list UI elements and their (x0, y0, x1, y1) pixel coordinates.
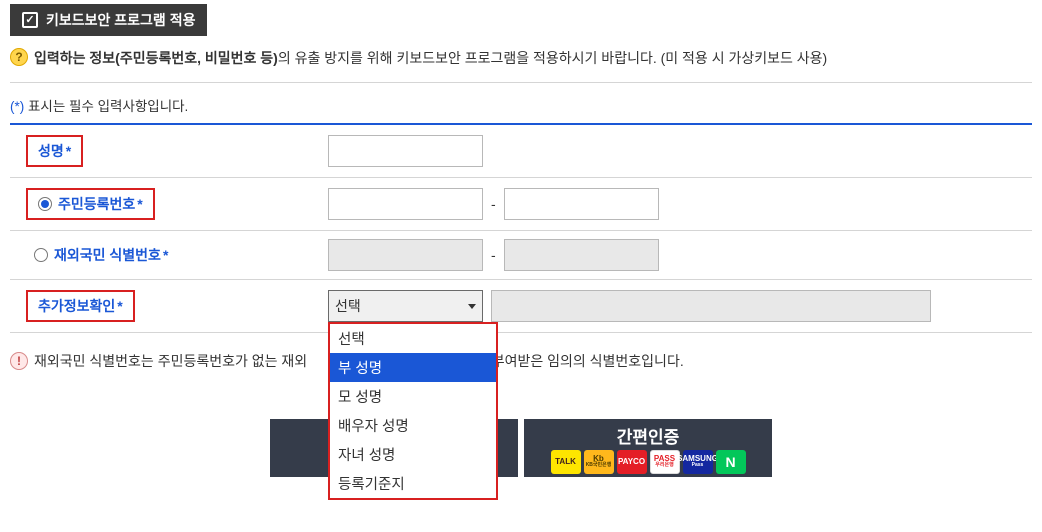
radio-rrn[interactable] (38, 197, 52, 211)
name-input[interactable] (328, 135, 483, 167)
select-dropdown: 선택 부 성명 모 성명 배우자 성명 자녀 성명 등록기준지 (328, 322, 498, 500)
required-mark: (*) (10, 99, 24, 114)
provider-samsung: SAMSUNGPass (683, 450, 713, 474)
option-2[interactable]: 모 성명 (330, 382, 496, 411)
provider-kb: KbKB국민은행 (584, 450, 614, 474)
chevron-down-icon (468, 304, 476, 309)
provider-kakao: TALK (551, 450, 581, 474)
star-icon: * (163, 247, 168, 263)
overseas-input-1 (328, 239, 483, 271)
button-row: 공동인 간편인증 TALK KbKB국민은행 PAYCO PASS우리은행 SA… (10, 419, 1032, 477)
footer-note: ! 재외국민 식별번호는 주민등록번호가 없는 재외 때 부여받은 임의의 식별… (10, 351, 1032, 371)
info-rest: 의 유출 방지를 위해 키보드보안 프로그램을 적용하시기 바랍니다. (미 적… (278, 50, 827, 66)
exclamation-icon: ! (10, 352, 28, 370)
form-table: 성명 * 주민등록번호 * - 재외국민 식별번호 * (10, 123, 1032, 333)
question-icon: ? (10, 48, 28, 66)
separator: - (491, 196, 496, 212)
security-banner-text: 키보드보안 프로그램 적용 (46, 10, 195, 30)
option-0[interactable]: 선택 (330, 324, 496, 353)
star-icon: * (66, 143, 71, 159)
radio-overseas[interactable] (34, 248, 48, 262)
label-rrn[interactable]: 주민등록번호 * (26, 188, 155, 220)
provider-row: TALK KbKB국민은행 PAYCO PASS우리은행 SAMSUNGPass… (551, 450, 746, 474)
check-icon: ✓ (22, 12, 38, 28)
provider-payco: PAYCO (617, 450, 647, 474)
star-icon: * (117, 298, 122, 314)
select-value: 선택 (335, 296, 361, 316)
label-name: 성명 * (26, 135, 83, 167)
label-extra: 추가정보확인 * (26, 290, 135, 322)
required-note: (*) 표시는 필수 입력사항입니다. (10, 95, 1032, 123)
option-3[interactable]: 배우자 성명 (330, 411, 496, 440)
row-overseas: 재외국민 식별번호 * - (10, 231, 1032, 280)
row-extra: 추가정보확인 * 선택 선택 부 성명 모 성명 배우자 성명 자녀 성명 등록… (10, 280, 1032, 333)
info-message: ? 입력하는 정보(주민등록번호, 비밀번호 등)의 유출 방지를 위해 키보드… (10, 48, 1032, 83)
provider-pass: PASS우리은행 (650, 450, 680, 474)
footer-text-right: 때 부여받은 임의의 식별번호입니다. (475, 353, 684, 369)
row-name: 성명 * (10, 125, 1032, 178)
label-overseas[interactable]: 재외국민 식별번호 * (26, 241, 176, 269)
option-4[interactable]: 자녀 성명 (330, 440, 496, 469)
provider-naver: N (716, 450, 746, 474)
simple-auth-label: 간편인증 (617, 423, 680, 448)
option-1[interactable]: 부 성명 (330, 353, 496, 382)
separator: - (491, 247, 496, 263)
overseas-input-2 (504, 239, 659, 271)
extra-input (491, 290, 931, 322)
footer-text-left: 재외국민 식별번호는 주민등록번호가 없는 재외 (34, 353, 307, 369)
keyboard-security-banner[interactable]: ✓ 키보드보안 프로그램 적용 (10, 4, 207, 36)
select-display[interactable]: 선택 (328, 290, 483, 322)
extra-select[interactable]: 선택 선택 부 성명 모 성명 배우자 성명 자녀 성명 등록기준지 (328, 290, 483, 322)
option-5[interactable]: 등록기준지 (330, 469, 496, 498)
star-icon: * (137, 196, 142, 212)
info-bold: 입력하는 정보(주민등록번호, 비밀번호 등) (34, 50, 278, 66)
required-note-text: 표시는 필수 입력사항입니다. (28, 99, 188, 114)
simple-auth-button[interactable]: 간편인증 TALK KbKB국민은행 PAYCO PASS우리은행 SAMSUN… (524, 419, 772, 477)
row-rrn: 주민등록번호 * - (10, 178, 1032, 231)
rrn-input-2[interactable] (504, 188, 659, 220)
rrn-input-1[interactable] (328, 188, 483, 220)
